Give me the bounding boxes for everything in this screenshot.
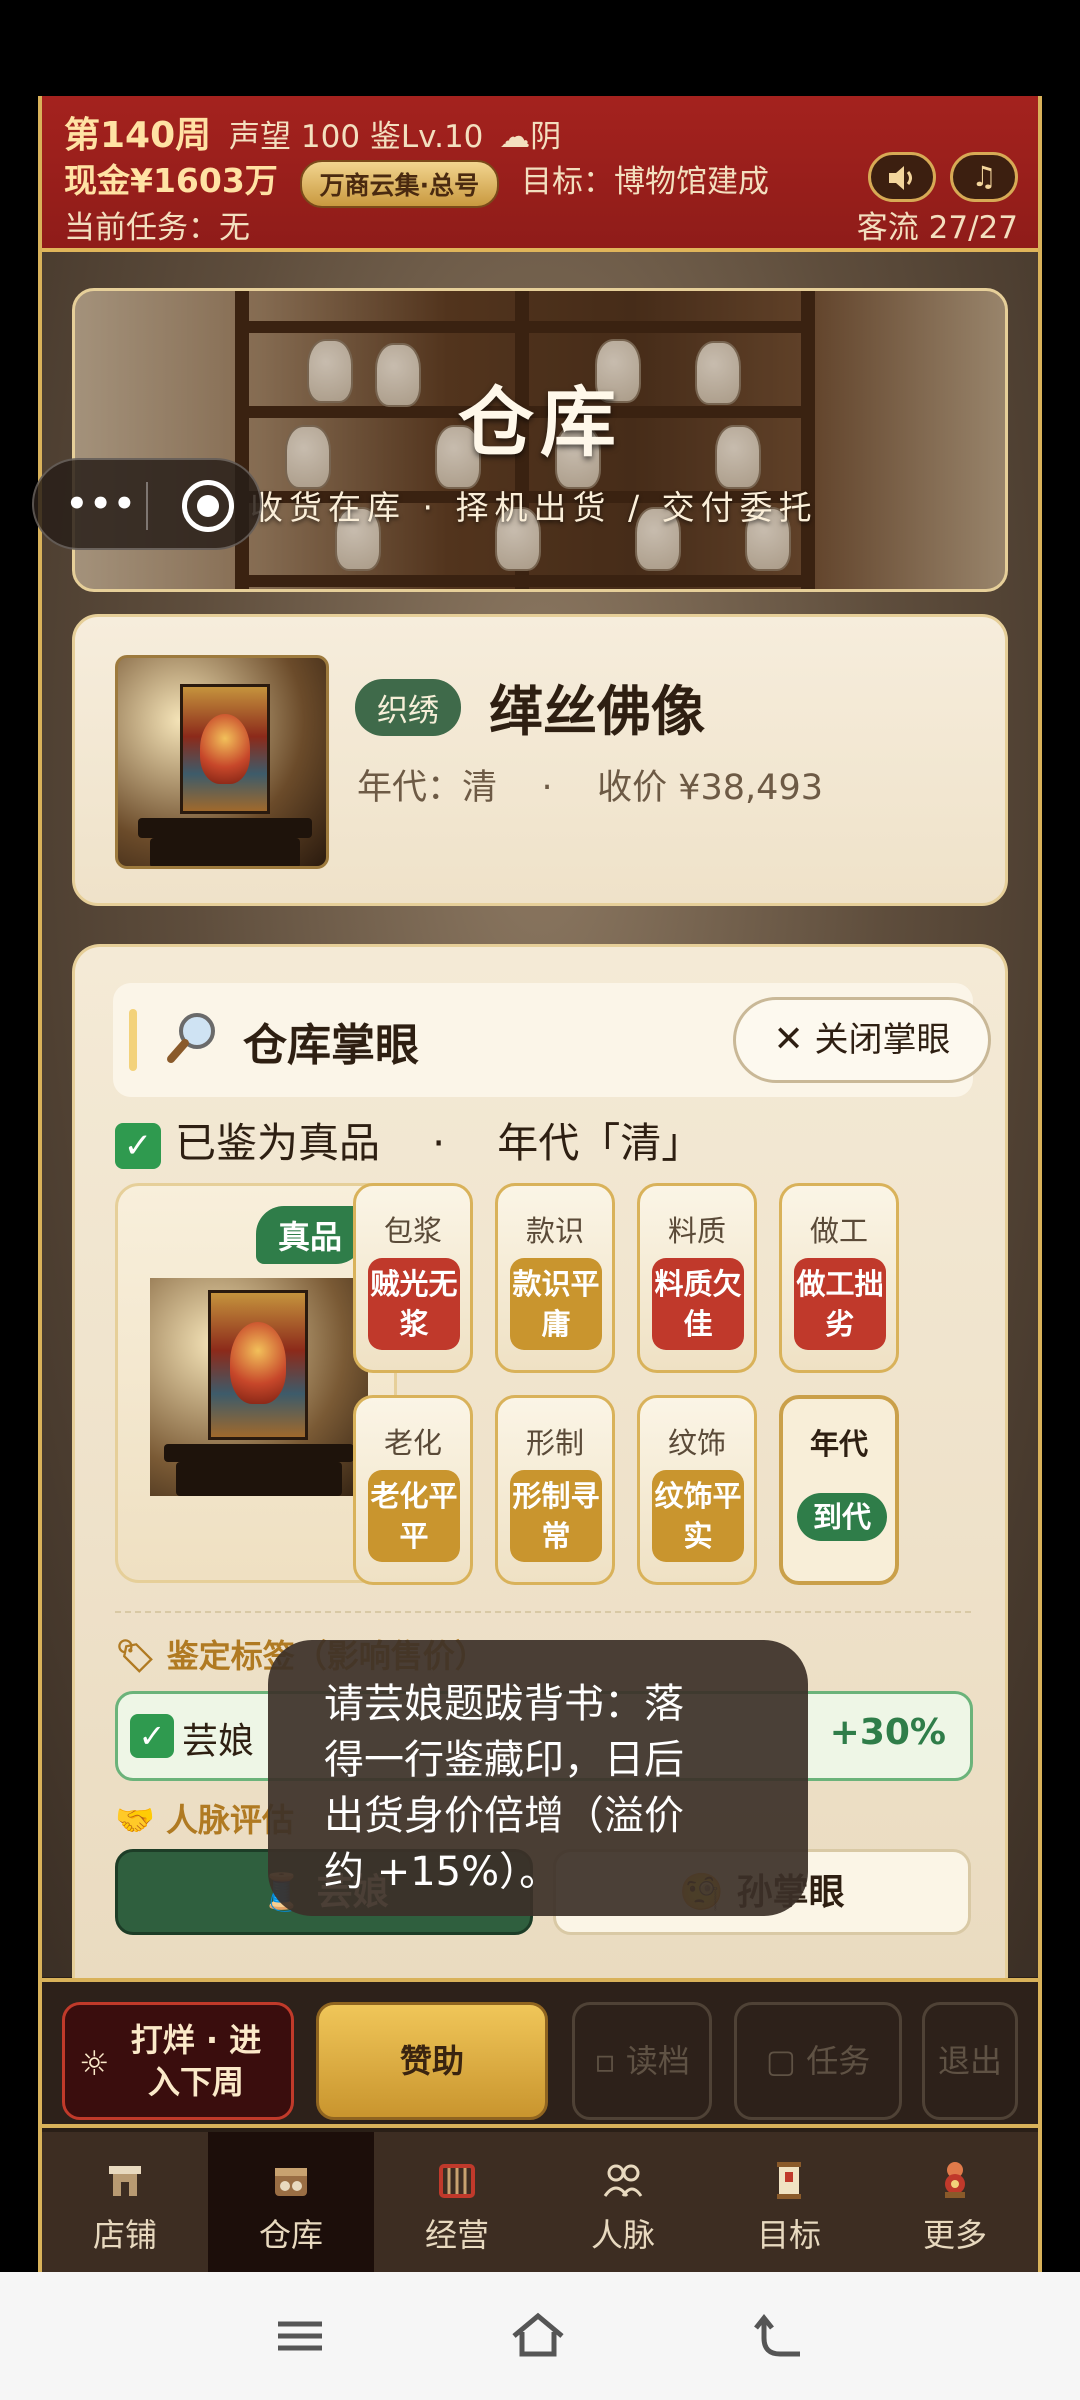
appraisal-verdict: ✓ 已鉴为真品 · 年代「清」	[115, 1109, 702, 1169]
action-bar: ☼ 打烊 · 进 入下周 赞助 ▫ 读档 ▢ 任务 退出	[42, 1978, 1038, 2128]
menu-icon[interactable]	[270, 2308, 330, 2364]
item-thumbnail	[115, 655, 329, 869]
bottom-tab-bar: 店铺 仓库 经营 人脉 目标 更多	[42, 2132, 1038, 2272]
attribute-title: 形制	[525, 1426, 584, 1460]
cloud-icon: ☁	[499, 119, 531, 155]
current-task: 当前任务：无	[64, 210, 250, 246]
tab-contacts[interactable]: 人脉	[540, 2132, 706, 2272]
task-button[interactable]: ▢ 任务	[734, 2002, 902, 2120]
customer-traffic: 客流 27/27	[856, 210, 1018, 246]
shop-icon	[109, 2166, 141, 2196]
page-subtitle: 收货在库 · 择机出货 / 交付委托	[250, 488, 818, 527]
speaker-icon[interactable]	[868, 152, 936, 202]
cash-amount: 现金¥1603万	[64, 161, 278, 200]
item-image	[150, 1278, 368, 1496]
attribute-title: 做工	[809, 1214, 868, 1248]
back-icon[interactable]	[752, 2308, 812, 2364]
people-icon	[603, 2164, 643, 2197]
item-name: 缂丝佛像	[489, 680, 705, 743]
exit-button[interactable]: 退出	[922, 2002, 1018, 2120]
check-icon: ✓	[130, 1714, 174, 1758]
close-icon: ✕	[773, 1019, 804, 1060]
panel-header: 仓库掌眼 ✕ 关闭掌眼	[113, 983, 991, 1097]
item-card[interactable]: 织绣 缂丝佛像 年代：清 · 收价 ¥38,493	[72, 614, 1008, 906]
panel-title: 仓库掌眼	[243, 1020, 419, 1071]
tag-text: 芸娘	[182, 1721, 255, 1762]
tab-shop[interactable]: 店铺	[42, 2132, 208, 2272]
attribute-verdict: 料质欠佳	[652, 1258, 744, 1350]
attribute-verdict: 到代	[797, 1493, 887, 1541]
attribute-verdict: 形制寻常	[510, 1470, 602, 1562]
attribute-verdict: 老化平平	[368, 1470, 460, 1562]
warehouse-icon	[275, 2168, 307, 2196]
attribute-verdict: 做工拙劣	[794, 1258, 886, 1350]
attribute-tile[interactable]: 包浆 贼光无浆	[353, 1183, 473, 1373]
attribute-tile[interactable]: 年代到代	[779, 1395, 899, 1585]
load-save-button[interactable]: ▫ 读档	[572, 2002, 712, 2120]
end-week-button[interactable]: ☼ 打烊 · 进 入下周	[62, 2002, 294, 2120]
music-note-icon[interactable]: ♫	[950, 152, 1018, 202]
attribute-tile[interactable]: 做工 做工拙劣	[779, 1183, 899, 1373]
attribute-title: 包浆	[383, 1214, 442, 1248]
attribute-tile[interactable]: 老化 老化平平	[353, 1395, 473, 1585]
attribute-title: 老化	[383, 1426, 442, 1460]
status-bar	[0, 0, 1080, 96]
more-icon	[945, 2162, 965, 2198]
page-title: 仓库	[458, 378, 622, 467]
attribute-verdict: 纹饰平实	[652, 1470, 744, 1562]
magnifier-icon	[167, 1013, 215, 1063]
close-target-icon[interactable]	[182, 480, 234, 532]
attribute-verdict: 款识平庸	[510, 1258, 602, 1350]
reputation-stats: 声望 100 鉴Lv.10	[229, 119, 484, 155]
tag-icon: 🏷	[115, 1637, 156, 1675]
sun-icon: ☼	[79, 2044, 110, 2084]
item-meta: 年代：清 · 收价 ¥38,493	[357, 768, 823, 808]
handshake-icon: 🤝	[115, 1801, 155, 1839]
attribute-tile[interactable]: 纹饰 纹饰平实	[637, 1395, 757, 1585]
attribute-title: 料质	[667, 1214, 726, 1248]
tab-goals[interactable]: 目标	[706, 2132, 872, 2272]
attribute-tile[interactable]: 形制 形制寻常	[495, 1395, 615, 1585]
goal-label: 目标：博物馆建成	[521, 164, 770, 200]
toast-message: 请芸娘题跋背书：落 得一行鉴藏印，日后 出货身价倍增（溢价 约 +15%）。	[268, 1640, 808, 1916]
check-icon: ✓	[115, 1123, 161, 1169]
attribute-title: 年代	[809, 1427, 868, 1461]
tab-business[interactable]: 经营	[374, 2132, 540, 2272]
weather-label: 阴	[530, 119, 562, 155]
home-icon[interactable]	[508, 2308, 568, 2364]
shop-badge: 万商云集·总号	[299, 159, 500, 208]
tab-more[interactable]: 更多	[872, 2132, 1038, 2272]
attribute-tile[interactable]: 款识 款识平庸	[495, 1183, 615, 1373]
tag-bonus: +30%	[829, 1712, 946, 1753]
scroll-icon	[777, 2162, 801, 2199]
system-nav-bar	[0, 2272, 1080, 2400]
attribute-title: 款识	[525, 1214, 584, 1248]
tab-warehouse[interactable]: 仓库	[208, 2132, 374, 2272]
folder-icon: ▫	[594, 2042, 616, 2080]
attribute-title: 纹饰	[667, 1426, 726, 1460]
miniprogram-capsule: •••	[32, 458, 262, 550]
checkbox-icon: ▢	[765, 2042, 797, 2080]
close-appraisal-button[interactable]: ✕ 关闭掌眼	[733, 997, 991, 1083]
week-counter: 第140周	[64, 115, 212, 156]
abacus-icon	[439, 2164, 475, 2198]
category-badge: 织绣	[355, 679, 461, 736]
genuine-badge: 真品	[256, 1206, 365, 1264]
attribute-verdict: 贼光无浆	[368, 1258, 460, 1350]
top-status-header: 第140周 声望 100 鉴Lv.10 ☁阴 现金¥1603万 万商云集·总号 …	[42, 96, 1038, 252]
attribute-tile[interactable]: 料质 料质欠佳	[637, 1183, 757, 1373]
more-options-icon[interactable]: •••	[66, 484, 137, 524]
sponsor-button[interactable]: 赞助	[316, 2002, 548, 2120]
